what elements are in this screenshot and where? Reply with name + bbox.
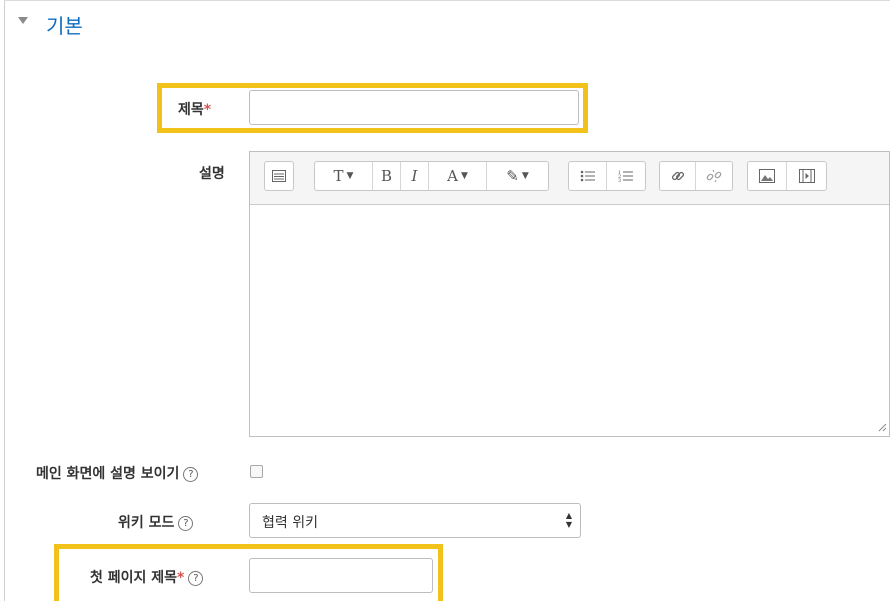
help-icon[interactable]: ? (183, 467, 199, 482)
toolbar-group-format: T ▼ B I A ▼ ✎ ▼ (314, 161, 549, 191)
toolbar-group-media (747, 161, 827, 191)
select-arrows-icon: ▲ ▼ (565, 511, 572, 529)
show-more-buttons-icon[interactable] (265, 162, 293, 190)
unlink-button[interactable] (696, 162, 732, 190)
paragraph-style-button[interactable]: T ▼ (315, 162, 373, 190)
show-description-checkbox[interactable] (250, 465, 263, 478)
insert-media-button[interactable] (787, 162, 826, 190)
required-icon: * (203, 102, 212, 118)
toolbar-group-lists: 123 (568, 161, 646, 191)
italic-button[interactable]: I (401, 162, 429, 190)
link-icon (671, 171, 684, 181)
wiki-mode-label: 위키 모드? (118, 512, 194, 532)
bold-icon: B (380, 167, 393, 185)
chevron-down-icon: ▼ (346, 171, 354, 181)
first-page-title-label-text: 첫 페이지 제목 (90, 570, 178, 586)
italic-icon: I (411, 167, 418, 185)
image-icon (759, 169, 775, 183)
resize-handle-icon[interactable] (878, 423, 887, 434)
chevron-down-icon: ▼ (521, 171, 529, 181)
text-color-icon: A (447, 167, 458, 185)
help-icon[interactable]: ? (188, 571, 204, 586)
background-color-button[interactable]: ✎ ▼ (487, 162, 548, 190)
triangle-down-icon[interactable] (18, 17, 30, 29)
text-color-button[interactable]: A ▼ (429, 162, 487, 190)
svg-text:3: 3 (618, 178, 621, 183)
paragraph-style-icon: T (333, 167, 344, 185)
help-icon[interactable]: ? (178, 516, 194, 531)
unordered-list-button[interactable] (569, 162, 607, 190)
description-editor: T ▼ B I A ▼ ✎ ▼ 123 (249, 151, 890, 437)
unlink-icon (706, 169, 722, 183)
description-label: 설명 (199, 166, 225, 182)
chevron-down-icon: ▼ (460, 171, 468, 181)
ordered-list-button[interactable]: 123 (607, 162, 645, 190)
highlighter-icon: ✎ (506, 167, 519, 185)
required-icon: * (177, 570, 185, 586)
toolbar-group-toggle (264, 161, 294, 191)
wiki-mode-selected-value: 협력 위키 (262, 515, 318, 531)
title-input[interactable] (249, 90, 579, 125)
section-title[interactable]: 기본 (46, 10, 83, 39)
link-button[interactable] (660, 162, 696, 190)
wiki-mode-label-text: 위키 모드 (118, 515, 175, 531)
bold-button[interactable]: B (373, 162, 401, 190)
insert-image-button[interactable] (748, 162, 787, 190)
show-description-label-text: 메인 화면에 설명 보이기 (36, 466, 180, 482)
editor-toolbar: T ▼ B I A ▼ ✎ ▼ 123 (250, 152, 889, 205)
form-frame-left-border (4, 0, 5, 601)
first-page-title-input[interactable] (249, 558, 433, 593)
wiki-mode-select[interactable]: 협력 위키 ▲ ▼ (249, 503, 581, 538)
form-frame-top-border (4, 0, 890, 1)
media-icon (798, 169, 815, 183)
show-description-label: 메인 화면에 설명 보이기? (36, 463, 199, 483)
toolbar-group-links (659, 161, 733, 191)
editor-content-area[interactable] (250, 205, 889, 436)
ordered-list-icon: 123 (618, 170, 633, 183)
first-page-title-label: 첫 페이지 제목*? (90, 567, 204, 587)
title-label-text: 제목 (178, 102, 204, 118)
title-label: 제목* (178, 99, 211, 119)
unordered-list-icon (580, 170, 595, 182)
